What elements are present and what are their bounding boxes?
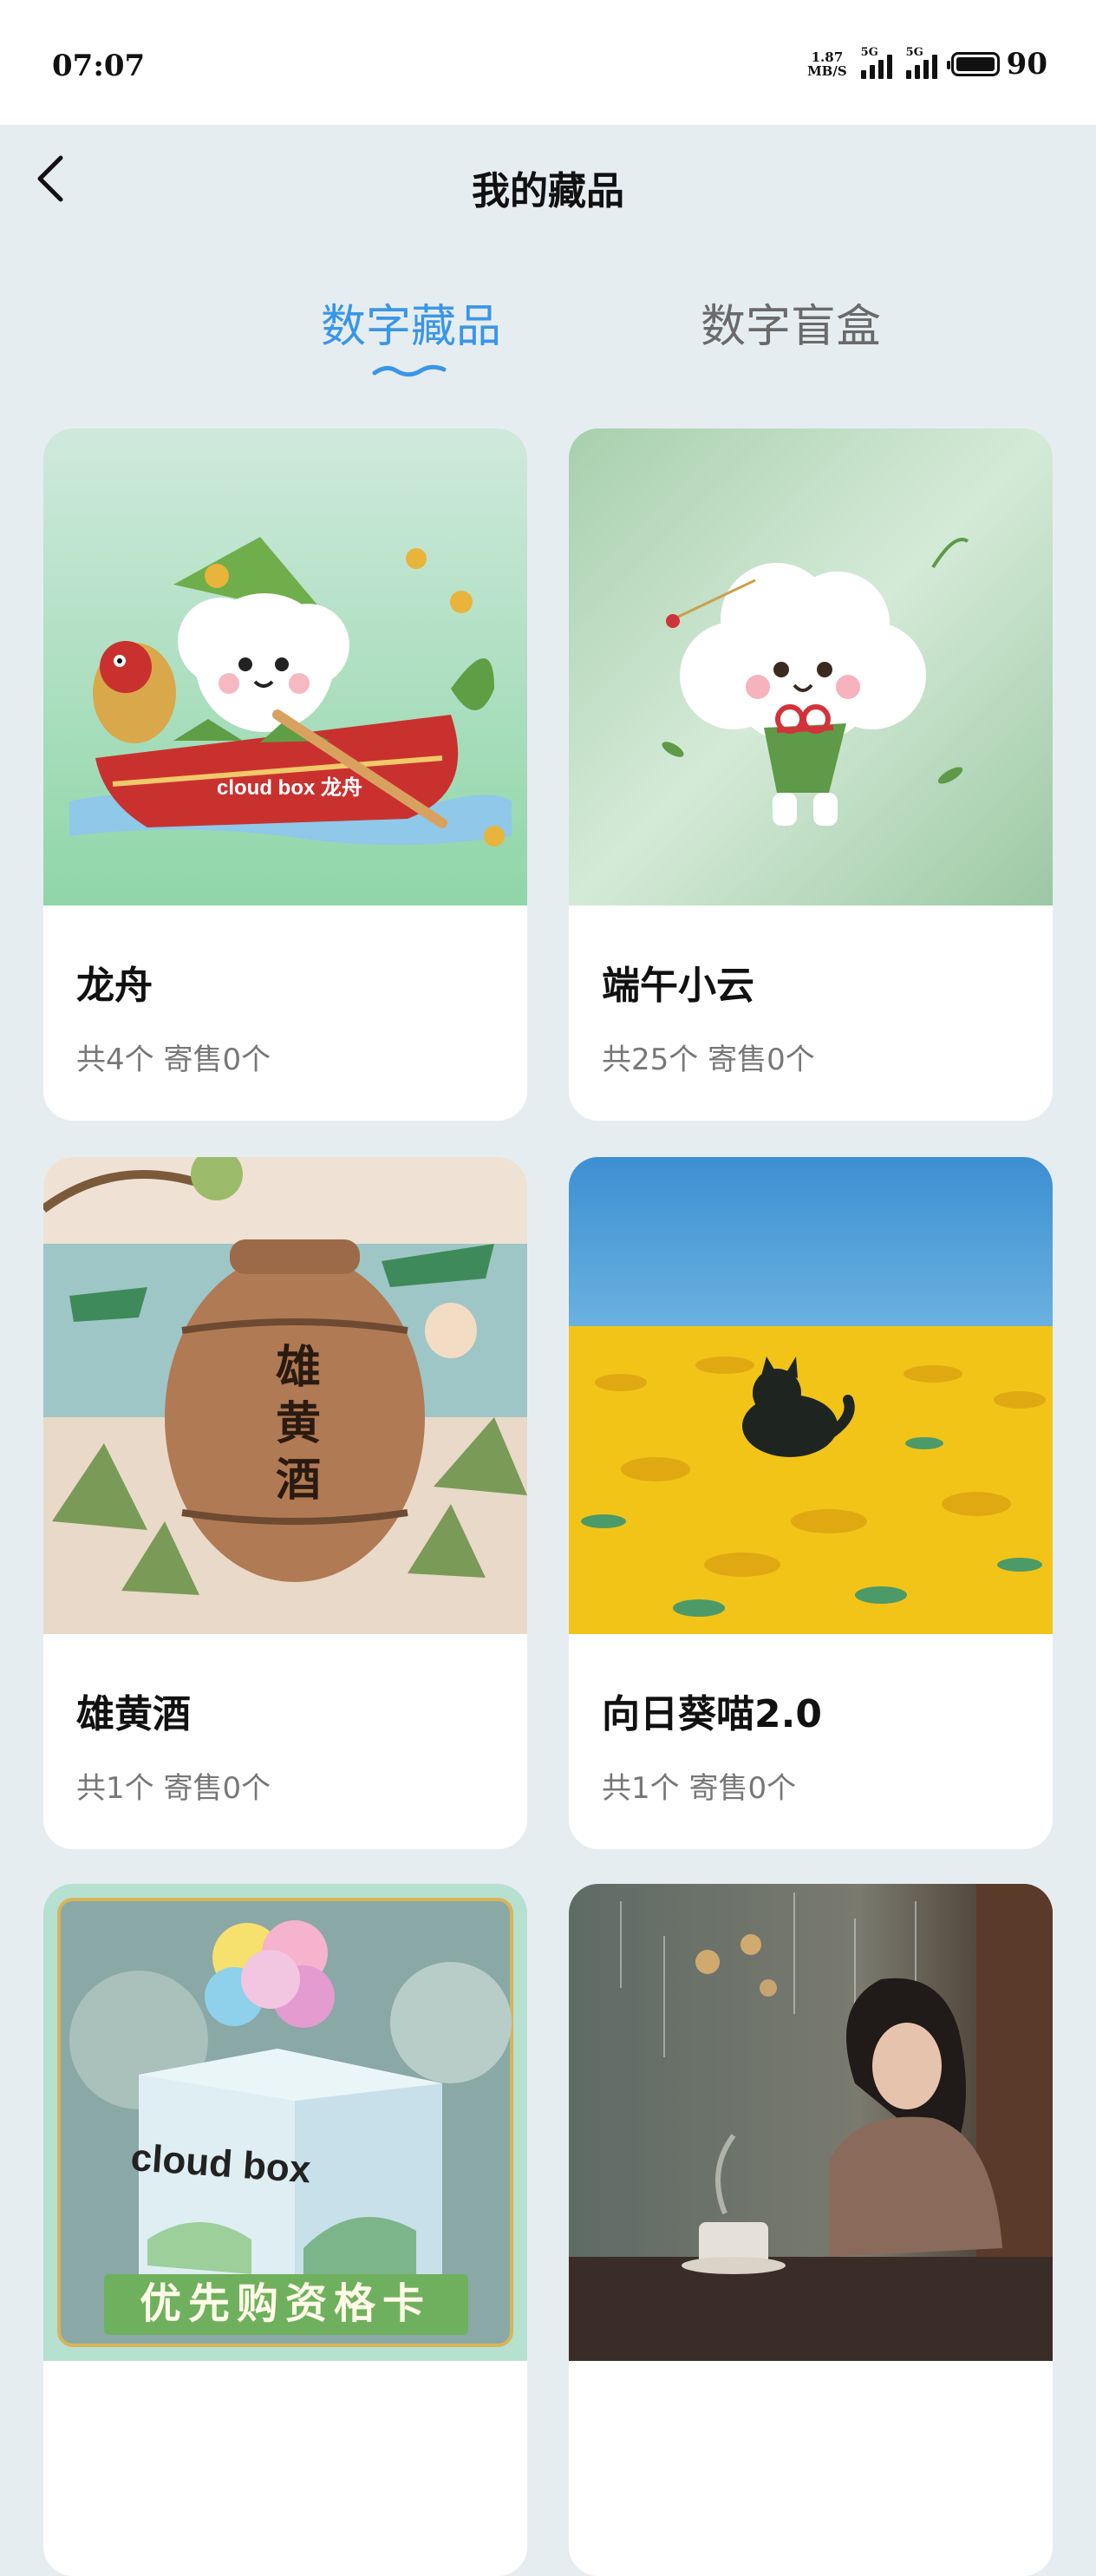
collectible-image: [569, 1157, 1053, 1634]
collectible-image: [569, 428, 1053, 906]
signal-icon: 5G: [860, 46, 892, 79]
collectible-image: cloud box 优先购资格卡: [43, 1884, 527, 2361]
collectible-image: [569, 1884, 1053, 2361]
tab-bar: 数字藏品 数字盲盒: [0, 278, 1096, 382]
collectible-name: 雄黄酒: [76, 1692, 191, 1736]
status-bar: 07:07 1.87 MB/S 5G 5G 90: [0, 0, 1096, 125]
collectible-card[interactable]: [569, 1884, 1053, 2576]
tab-blind-box[interactable]: 数字盲盒: [701, 290, 881, 355]
collectible-name: 向日葵喵2.0: [602, 1692, 822, 1736]
image-text-banner: 优先购资格卡: [140, 2279, 431, 2328]
collectible-stats: 共1个 寄售0个: [76, 1771, 271, 1806]
collectible-stats: 共4个 寄售0个: [76, 1043, 271, 1077]
battery-icon: 90: [946, 47, 1047, 82]
collectible-card[interactable]: 向日葵喵2.0 共1个 寄售0个: [569, 1157, 1053, 1849]
battery-level: 90: [1006, 47, 1047, 82]
image-text-brand: cloud box 龙舟: [217, 775, 362, 800]
jar-label-2: 黄: [276, 1397, 321, 1450]
collectible-card[interactable]: cloud box 龙舟 龙舟 共4个 寄售0个: [43, 428, 527, 1121]
status-time: 07:07: [52, 49, 146, 83]
status-icons: 1.87 MB/S 5G 5G 90: [807, 46, 1047, 82]
collectible-stats: 共25个 寄售0个: [602, 1043, 815, 1077]
collectible-card[interactable]: 雄 黄 酒 雄黄酒 共1个 寄售0个: [43, 1157, 527, 1849]
page-header: 我的藏品: [0, 125, 1096, 246]
collectible-image: 雄 黄 酒: [43, 1157, 527, 1634]
collectible-image: cloud box 龙舟: [43, 428, 527, 906]
jar-label-1: 雄: [276, 1341, 321, 1394]
page-title: 我的藏品: [472, 169, 624, 213]
collectible-stats: 共1个 寄售0个: [602, 1771, 797, 1806]
collectible-card[interactable]: 端午小云 共25个 寄售0个: [569, 428, 1053, 1121]
tab-digital-collectibles[interactable]: 数字藏品: [321, 290, 501, 355]
tab-active-indicator: [372, 364, 447, 377]
network-speed: 1.87 MB/S: [807, 49, 847, 79]
collectible-name: 龙舟: [76, 964, 153, 1008]
collectible-name: 端午小云: [602, 964, 754, 1008]
jar-label-3: 酒: [276, 1454, 321, 1507]
signal-icon: 5G: [905, 46, 937, 79]
collectible-card[interactable]: cloud box 优先购资格卡: [43, 1884, 527, 2576]
